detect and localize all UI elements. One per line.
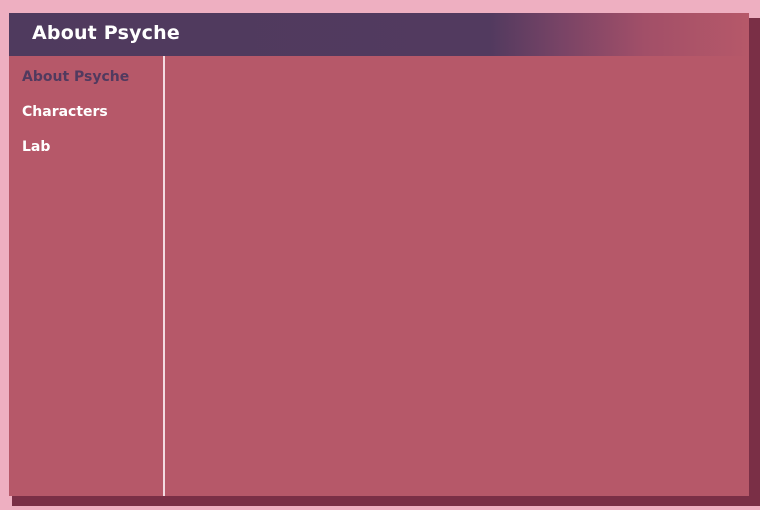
header-bar: About Psyche [9,13,749,56]
sidebar: About Psyche Characters Lab [9,56,163,496]
page-title: About Psyche [32,22,180,44]
sidebar-item-lab[interactable]: Lab [22,139,50,155]
sidebar-item-about-psyche[interactable]: About Psyche [22,69,129,85]
top-border [0,0,749,13]
left-border [0,13,9,496]
sidebar-item-characters[interactable]: Characters [22,104,108,120]
content-area [165,56,749,496]
main-window: About Psyche About Psyche Characters Lab [0,0,749,496]
